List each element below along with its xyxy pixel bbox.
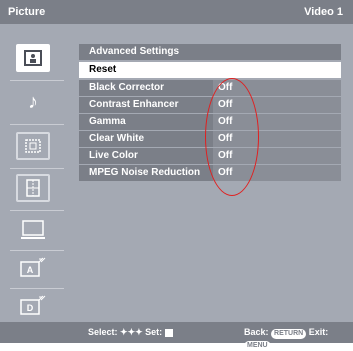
- menu-item-label: Live Color: [89, 150, 138, 161]
- set-label: Set:: [145, 327, 163, 337]
- red-annotation-ellipse: [205, 78, 259, 196]
- sidebar-divider: [10, 168, 64, 169]
- menu-item-label: MPEG Noise Reduction: [89, 167, 201, 178]
- select-hint: Select: ✦✦✦ Set:: [88, 327, 173, 338]
- reset-row[interactable]: Reset: [79, 62, 341, 78]
- tv-menu-screen: Picture Video 1 ♪ A D Advanced Settings …: [0, 0, 353, 351]
- menu-item-label: Black Corrector: [89, 82, 165, 93]
- svg-text:D: D: [27, 303, 34, 313]
- sidebar-divider: [10, 250, 64, 251]
- title-bar: Picture Video 1: [0, 0, 353, 24]
- reset-label: Reset: [89, 64, 117, 75]
- svg-text:A: A: [27, 265, 34, 275]
- back-exit-hint: Back: RETURN Exit: MENU: [244, 327, 353, 351]
- select-label: Select:: [88, 327, 118, 337]
- advanced-settings-row[interactable]: Advanced Settings: [79, 44, 341, 60]
- music-note-icon[interactable]: ♪: [16, 88, 50, 116]
- sidebar-divider: [10, 288, 64, 289]
- exit-label: Exit:: [308, 327, 329, 337]
- footer-hint-bar: Select: ✦✦✦ Set: Back: RETURN Exit: MENU: [0, 322, 353, 351]
- menu-title: Picture: [8, 6, 46, 18]
- enter-button-icon: [164, 328, 173, 337]
- sidebar-divider: [10, 80, 64, 81]
- back-label: Back:: [244, 327, 269, 337]
- sidebar: ♪ A D: [0, 24, 78, 322]
- digital-input-icon[interactable]: D: [16, 292, 50, 320]
- return-button-icon: RETURN: [271, 329, 307, 339]
- sidebar-divider: [10, 124, 64, 125]
- screen-icon[interactable]: [16, 132, 50, 160]
- sidebar-divider: [10, 210, 64, 211]
- picture-icon[interactable]: [16, 44, 50, 72]
- analog-input-icon[interactable]: A: [16, 254, 50, 282]
- setup-icon[interactable]: [16, 174, 50, 202]
- input-label: Video 1: [304, 6, 343, 18]
- menu-item-label: Gamma: [89, 116, 126, 127]
- menu-item-label: Clear White: [89, 133, 145, 144]
- arrows-icon: ✦✦✦: [120, 327, 143, 337]
- advanced-settings-label: Advanced Settings: [89, 46, 180, 57]
- menu-item-label: Contrast Enhancer: [89, 99, 179, 110]
- menu-item-black-corrector[interactable]: Black Corrector Off: [79, 80, 341, 96]
- monitor-icon[interactable]: [16, 216, 50, 244]
